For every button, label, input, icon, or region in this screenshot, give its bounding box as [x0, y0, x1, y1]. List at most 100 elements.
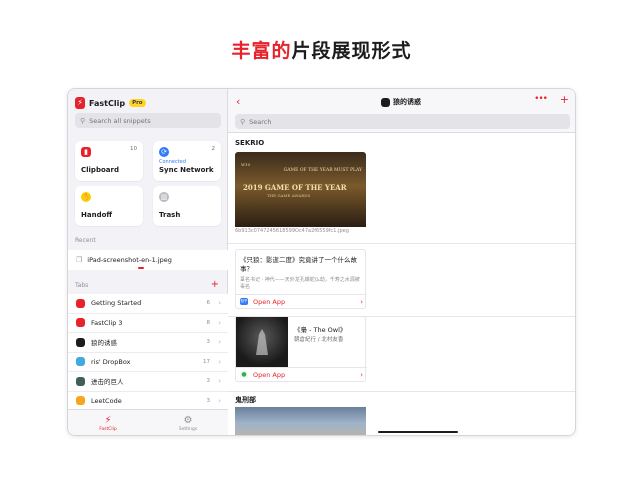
- bottom-tab-bar: ⚡ FastClip ⚙ Settings: [68, 409, 228, 435]
- sidebar-item-attack-on-titan[interactable]: 进击的巨人 3 ›: [68, 372, 228, 392]
- clipboard-icon: ▮: [81, 147, 91, 157]
- sidebar-search[interactable]: ⚲: [75, 113, 221, 128]
- image-filename: 6b913c0747245618599Oc47a2f6559fc1.jpeg: [235, 228, 349, 234]
- sidebar-item-wolf[interactable]: 狼的诱惑 3 ›: [68, 333, 228, 353]
- headline-rest: 片段展现形式: [291, 40, 412, 62]
- tab-icon: [76, 298, 85, 308]
- sidebar-item-getting-started[interactable]: Getting Started 6 ›: [68, 294, 228, 314]
- album-cover: [236, 317, 288, 367]
- tab-fastclip[interactable]: ⚡ FastClip: [68, 410, 148, 435]
- headline-accent: 丰富的: [231, 40, 292, 62]
- music-snippet-owl[interactable]: 《梟 - The Owl》 朝倉紀行 / 北村友香 ● Open App ›: [235, 316, 367, 382]
- tab-count: 8: [206, 319, 211, 326]
- zhihu-icon: 知乎: [240, 298, 248, 305]
- nav-title: 狼的诱惑: [381, 97, 421, 107]
- search-icon: ⚲: [80, 116, 86, 125]
- open-app-row[interactable]: 知乎 Open App ›: [236, 294, 367, 308]
- fastclip-logo-icon: ⚡: [75, 97, 85, 109]
- tab-count: 17: [203, 358, 210, 365]
- tab-icon: [76, 357, 85, 367]
- divider: [228, 391, 575, 392]
- progress-indicator: [138, 267, 144, 269]
- tab-label: FastClip 3: [91, 318, 123, 327]
- tab-fastclip-label: FastClip: [99, 427, 117, 432]
- open-app-row[interactable]: ● Open App ›: [236, 367, 367, 381]
- image-snippet[interactable]: W10 2019 GAME OF THE YEAR THE GAME AWARD…: [235, 152, 366, 236]
- tab-label: Getting Started: [91, 299, 142, 308]
- tab-count: 3: [206, 397, 211, 404]
- group-title: SEKRIO: [235, 139, 265, 147]
- tab-icon: [76, 376, 85, 386]
- card-handoff[interactable]: ✋ Handoff: [75, 186, 143, 226]
- card-sync-network[interactable]: ⟳ 2 Connected Sync Network: [153, 141, 221, 181]
- chevron-right-icon: ›: [218, 377, 221, 386]
- search-icon: ⚲: [240, 117, 246, 126]
- image-text-sub: THE GAME AWARDS: [267, 193, 311, 198]
- sidebar: ⚡ FastClip Pro ⚲ ▮ 10 Clipboard ⟳ 2 Conn…: [68, 89, 228, 435]
- tabs-label: Tabs: [75, 282, 89, 289]
- tab-count: 3: [206, 339, 211, 346]
- tab-settings[interactable]: ⚙ Settings: [148, 410, 228, 435]
- app-title: FastClip: [89, 98, 126, 108]
- chevron-right-icon: ›: [218, 338, 221, 347]
- sidebar-item-dropbox[interactable]: ris' DropBox 17 ›: [68, 352, 228, 372]
- snippet-sub: 朝倉紀行 / 北村友香: [294, 337, 344, 343]
- more-button[interactable]: •••: [534, 94, 548, 104]
- chevron-left-icon[interactable]: ‹: [236, 95, 240, 108]
- sidebar-header: ⚡ FastClip Pro: [75, 96, 146, 110]
- tab-count: 6: [206, 300, 211, 307]
- bolt-icon: ⚡: [104, 415, 112, 426]
- add-snippet-button[interactable]: +: [560, 93, 569, 106]
- recent-item[interactable]: ❒ iPad-screenshot-en-1.jpeg: [68, 250, 228, 270]
- gear-icon: ⚙: [183, 415, 193, 426]
- image-tag-left: W10: [241, 162, 251, 167]
- tab-icon: [76, 396, 85, 406]
- tab-icon: [381, 97, 390, 107]
- tab-label: 狼的诱惑: [91, 339, 117, 348]
- chevron-right-icon: ›: [218, 396, 221, 405]
- main-panel: ‹ 狼的诱惑 ••• + ⚲ SEKRIO W10 2019 GAME OF T…: [228, 89, 575, 435]
- tab-count: 3: [206, 378, 211, 385]
- pro-badge: Pro: [129, 99, 146, 107]
- sync-status: Connected: [159, 159, 186, 165]
- chevron-right-icon: ›: [360, 370, 363, 379]
- card-clipboard[interactable]: ▮ 10 Clipboard: [75, 141, 143, 181]
- snippet-sub: 葦名书记 · 神代——天外龙孔蝶蛇仏劫，千寿之水源被毒名: [240, 277, 360, 290]
- ipad-frame: ⚡ FastClip Pro ⚲ ▮ 10 Clipboard ⟳ 2 Conn…: [67, 88, 576, 436]
- chevron-right-icon: ›: [218, 299, 221, 308]
- tab-icon: [76, 337, 85, 347]
- chevron-right-icon: ›: [218, 357, 221, 366]
- link-snippet-zhihu[interactable]: 《只狼：影逝二度》究竟讲了一个什么故事？ 葦名书记 · 神代——天外龙孔蝶蛇仏劫…: [235, 249, 367, 309]
- recent-label: Recent: [75, 237, 96, 244]
- image-snippet-preview[interactable]: [235, 407, 366, 435]
- card-label: Sync Network: [159, 166, 214, 174]
- divider: [228, 243, 575, 244]
- main-search-input[interactable]: [249, 117, 370, 126]
- tab-label: ris' DropBox: [91, 357, 131, 366]
- nav-title-text: 狼的诱惑: [393, 98, 421, 106]
- card-trash[interactable]: ▥ Trash: [153, 186, 221, 226]
- tab-label: 进击的巨人: [91, 378, 124, 387]
- tab-list: Getting Started 6 › FastClip 3 8 › 狼的诱惑 …: [68, 294, 228, 411]
- card-count: 2: [211, 146, 216, 152]
- game-award-image: W10 2019 GAME OF THE YEAR THE GAME AWARD…: [235, 152, 366, 227]
- tab-label: LeetCode: [91, 396, 122, 405]
- main-search[interactable]: ⚲: [235, 114, 570, 129]
- sidebar-item-fastclip-3[interactable]: FastClip 3 8 ›: [68, 313, 228, 333]
- open-app-label: Open App: [253, 370, 286, 379]
- page-headline: 丰富的片段展现形式: [0, 36, 643, 63]
- card-label: Handoff: [81, 211, 113, 219]
- snippet-title: 《只狼：影逝二度》究竟讲了一个什么故事？: [240, 256, 357, 273]
- music-icon: ●: [240, 371, 248, 378]
- card-label: Clipboard: [81, 166, 119, 174]
- group-title: 鬼刑部: [235, 396, 256, 404]
- card-label: Trash: [159, 211, 181, 219]
- sync-icon: ⟳: [159, 147, 169, 157]
- navigation-bar: ‹ 狼的诱惑 ••• + ⚲: [228, 89, 575, 133]
- trash-icon: ▥: [159, 192, 169, 202]
- image-tag-right: GAME OF THE YEAR MUST PLAY: [283, 168, 362, 173]
- add-tab-button[interactable]: +: [211, 280, 219, 290]
- recent-item-name: iPad-screenshot-en-1.jpeg: [87, 256, 172, 264]
- sidebar-search-input[interactable]: [89, 116, 210, 125]
- chevron-right-icon: ›: [218, 318, 221, 327]
